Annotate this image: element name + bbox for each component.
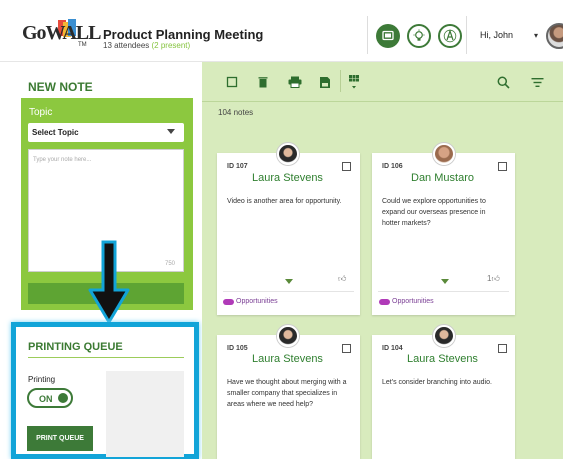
toggle-knob (58, 393, 68, 403)
note-text: Have we thought about merging with a sma… (227, 379, 347, 408)
chevron-down-icon (167, 129, 175, 134)
select-all-icon[interactable] (225, 75, 239, 89)
toolbar-divider (340, 70, 341, 92)
save-icon[interactable] (318, 75, 332, 89)
note-select-checkbox[interactable] (498, 162, 507, 171)
vote-button[interactable] (438, 24, 462, 48)
trash-icon[interactable] (256, 75, 270, 89)
topic-label: Topic (29, 107, 53, 118)
toggle-label: ON (39, 394, 53, 404)
vote-icon (443, 29, 457, 43)
note-text: Let's consider branching into audio. (382, 379, 492, 386)
logo-text: GoWALL TM (22, 18, 101, 52)
topic-select-value: Select Topic (32, 128, 79, 137)
card-divider (223, 291, 354, 292)
filter-icon[interactable] (530, 75, 544, 89)
logo-wordmark: GoWALL (22, 22, 101, 44)
author-avatar (433, 143, 455, 165)
note-tag[interactable]: Opportunities (392, 298, 434, 305)
note-select-checkbox[interactable] (342, 344, 351, 353)
meeting-attendees: 13 attendees (2 present) (103, 41, 190, 50)
notes-count: 104 notes (218, 108, 254, 117)
author-avatar (433, 325, 455, 347)
present-count: (2 present) (151, 41, 191, 50)
topic-select[interactable]: Select Topic (28, 123, 184, 142)
attendee-count: 13 attendees (103, 41, 150, 50)
note-author: Dan Mustaro (411, 172, 474, 184)
lightbulb-icon (413, 29, 425, 41)
note-select-checkbox[interactable] (342, 162, 351, 171)
user-greeting[interactable]: Hi, John (480, 30, 513, 40)
like-button[interactable]: 👍︎ (338, 274, 346, 284)
header-divider (466, 16, 467, 54)
card-divider (378, 291, 509, 292)
meeting-title: Product Planning Meeting (103, 27, 264, 42)
header-divider (367, 16, 368, 54)
thumbs-up-icon: 👍︎ (491, 274, 500, 283)
char-count: 750 (164, 261, 175, 267)
note-author: Laura Stevens (407, 353, 478, 365)
grid-view-icon[interactable] (347, 75, 361, 89)
print-queue-button[interactable]: PRINT QUEUE (27, 426, 93, 451)
note-select-checkbox[interactable] (498, 344, 507, 353)
ideas-button[interactable] (407, 24, 431, 48)
printing-queue-divider (28, 357, 184, 358)
printing-toggle[interactable]: ON (27, 388, 73, 408)
print-icon[interactable] (288, 75, 302, 89)
screen-share-icon (382, 30, 394, 41)
print-queue-list (106, 371, 184, 457)
printing-queue-heading: PRINTING QUEUE (28, 341, 123, 353)
author-avatar (277, 143, 299, 165)
note-placeholder: Type your note here... (33, 157, 92, 163)
user-avatar[interactable] (546, 23, 563, 49)
note-id: ID 105 (227, 345, 248, 352)
printing-label: Printing (28, 375, 56, 384)
note-text: Video is another area for opportunity. (227, 198, 342, 205)
search-icon[interactable] (496, 75, 510, 89)
thumbs-up-icon: 👍︎ (338, 274, 347, 283)
user-menu-caret-icon[interactable]: ▾ (534, 31, 538, 40)
author-avatar (277, 325, 299, 347)
note-id: ID 107 (227, 163, 248, 170)
note-id: ID 104 (382, 345, 403, 352)
tag-color-icon (379, 299, 390, 305)
new-note-heading: NEW NOTE (28, 80, 93, 94)
down-arrow-icon (88, 240, 130, 324)
note-text: Could we explore opportunities to expand… (382, 198, 486, 227)
tag-color-icon (223, 299, 234, 305)
like-button[interactable]: 1👍︎ (487, 274, 500, 284)
expand-chevron-icon[interactable] (441, 279, 449, 284)
expand-chevron-icon[interactable] (285, 279, 293, 284)
note-author: Laura Stevens (252, 353, 323, 365)
note-author: Laura Stevens (252, 172, 323, 184)
screen-share-button[interactable] (376, 24, 400, 48)
note-tag[interactable]: Opportunities (236, 298, 278, 305)
logo-tm: TM (78, 42, 87, 48)
note-id: ID 106 (382, 163, 403, 170)
